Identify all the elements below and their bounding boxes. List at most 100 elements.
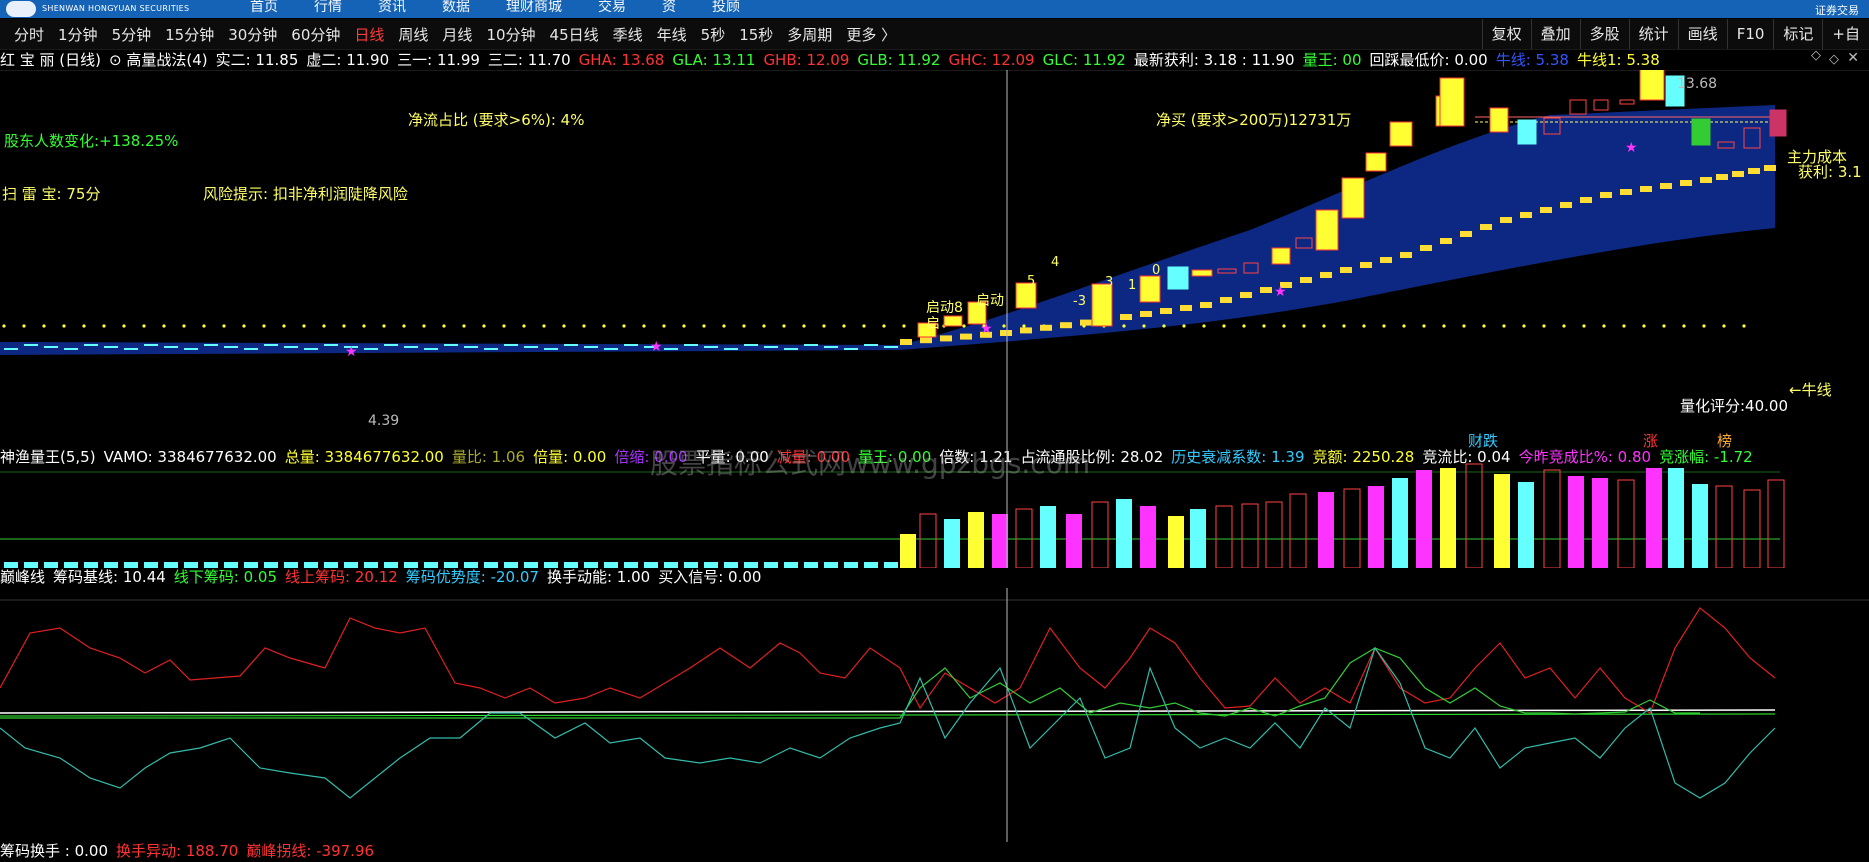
cost-dash [1540, 207, 1552, 213]
period-tab[interactable]: 分时 [14, 24, 44, 45]
watermark-text: 股票指标公式网www.gpzbgs.com [650, 447, 1091, 480]
period-tab[interactable]: 15秒 [739, 24, 773, 45]
netflow-ratio-text: 净流占比 (要求>6%): 4% [408, 111, 585, 129]
period-tab[interactable]: 10分钟 [486, 24, 535, 45]
tool-button[interactable]: 叠加 [1530, 19, 1580, 49]
flat-candle [744, 344, 758, 346]
bull-dot [722, 324, 726, 328]
tool-button[interactable]: 复权 [1481, 19, 1531, 49]
top-nav-item[interactable]: 理财商城 [506, 0, 562, 16]
flat-candle [324, 344, 338, 346]
period-tab[interactable]: 年线 [657, 24, 687, 45]
period-tab[interactable]: 60分钟 [291, 24, 340, 45]
indicator-value: 线下筹码: 0.05 [173, 568, 278, 586]
volume-bar [1440, 468, 1456, 568]
turnover-indicator-header: 筹码换手 : 0.00 换手异动: 188.70 巅峰拐线: -397.96 [0, 840, 382, 862]
restore-icon[interactable]: ◇ [1829, 52, 1839, 67]
period-tab[interactable]: 1分钟 [58, 24, 98, 45]
bull-dot [62, 324, 66, 328]
volume-bar [1668, 468, 1684, 568]
top-nav-item[interactable]: 行情 [314, 0, 342, 16]
indicator-value: ⊙ 高量战法(4) [109, 51, 208, 69]
period-tab[interactable]: 周线 [398, 24, 428, 45]
top-nav-item[interactable]: 资 [662, 0, 676, 16]
peak-line-panel[interactable] [0, 588, 1869, 842]
bull-dot [1382, 324, 1386, 328]
top-nav-item[interactable]: 资讯 [378, 0, 406, 16]
tool-button[interactable]: 标记 [1773, 19, 1822, 49]
period-tab[interactable]: 45日线 [550, 24, 599, 45]
top-nav-item[interactable]: 数据 [442, 0, 470, 16]
cost-dash [1080, 319, 1092, 326]
candle [1769, 109, 1787, 137]
indicator-value: 巅峰线 [0, 568, 46, 586]
candle [1139, 275, 1161, 303]
cost-dash [1140, 311, 1152, 317]
peak-line-chart[interactable] [0, 588, 1869, 842]
top-nav-item[interactable]: 投顾 [712, 0, 740, 16]
bull-dot [2, 324, 6, 328]
cost-dash [1360, 262, 1372, 268]
flat-candle [624, 344, 638, 346]
bull-dot [1702, 324, 1706, 328]
top-nav-item[interactable]: 首页 [250, 0, 278, 16]
volume-bar [1715, 485, 1733, 568]
bull-dot [1202, 324, 1206, 328]
period-tab[interactable]: 更多 〉 [846, 24, 896, 45]
tool-button[interactable]: F10 [1726, 19, 1774, 49]
diamond-icon[interactable]: ◇ [1811, 48, 1821, 63]
bull-dot [1482, 324, 1486, 328]
bull-dot [342, 324, 346, 328]
indicator-value: GHB: 12.09 [763, 51, 850, 69]
bull-dot [1262, 324, 1266, 328]
volume-bar [1289, 493, 1307, 568]
main-indicator-header: 红 宝 丽 (日线) ⊙ 高量战法(4) 实二: 11.85 虚二: 11.90 三一:… [0, 49, 1668, 71]
period-tab[interactable]: 多周期 [787, 24, 832, 45]
close-icon[interactable]: ✕ [1847, 50, 1859, 66]
period-tab[interactable]: 5秒 [701, 24, 726, 45]
indicator-value: 实二: 11.85 [215, 51, 299, 69]
broker-brand: SHENWAN HONGYUAN SECURITIES [4, 0, 244, 18]
candle [1517, 119, 1537, 145]
bull-dot [1322, 324, 1326, 328]
bull-dot [1422, 324, 1426, 328]
volume-panel[interactable]: 财跌 涨 榜 股票指标公式网www.gpzbgs.com [0, 432, 1869, 568]
candlestick-chart[interactable]: ★ ★ ★ ★ ★ [0, 70, 1869, 440]
wave-number-0: 0 [1152, 263, 1161, 278]
period-tab[interactable]: 30分钟 [228, 24, 277, 45]
period-tab[interactable]: 季线 [613, 24, 643, 45]
indicator-value: 最新获利: 3.18 : 11.90 [1133, 51, 1295, 69]
star-icon: ★ [650, 339, 663, 355]
bull-dot [202, 324, 206, 328]
indicator-value: GLA: 13.11 [672, 51, 756, 69]
indicator-value: 三二: 11.70 [487, 51, 571, 69]
flat-candle [824, 346, 838, 348]
star-icon: ★ [345, 344, 358, 360]
volume-bar [1494, 474, 1510, 568]
bull-dot [302, 324, 306, 328]
bull-dot [562, 324, 566, 328]
volume-bar [1318, 492, 1334, 568]
trade-link[interactable]: 证券交易 [1815, 2, 1859, 18]
period-tab[interactable]: 月线 [442, 24, 472, 45]
tool-button[interactable]: 统计 [1628, 19, 1678, 49]
period-tab[interactable]: 5分钟 [112, 24, 152, 45]
bull-dot [802, 324, 806, 328]
cost-dash [1340, 267, 1352, 273]
top-nav-item[interactable]: 交易 [598, 0, 626, 16]
tool-button[interactable]: 多股 [1579, 19, 1629, 49]
period-tab[interactable]: 15分钟 [165, 24, 214, 45]
volume-bar [1265, 501, 1283, 568]
tool-button[interactable]: +自 [1822, 19, 1869, 49]
period-tab[interactable]: 日线 [354, 24, 384, 45]
bull-dot [322, 324, 326, 328]
flat-candle [764, 346, 778, 348]
tool-button[interactable]: 画线 [1677, 19, 1727, 49]
cost-dash [1440, 238, 1452, 244]
volume-bar [804, 562, 818, 568]
bull-dot [1362, 324, 1366, 328]
candle [1341, 177, 1365, 219]
bull-dot [502, 324, 506, 328]
flat-candle [164, 346, 178, 348]
main-chart-panel[interactable]: ★ ★ ★ ★ ★ 股东人数变化:+138.25% 扫 雷 宝: 75分 风险提示: 扣… [0, 70, 1869, 440]
